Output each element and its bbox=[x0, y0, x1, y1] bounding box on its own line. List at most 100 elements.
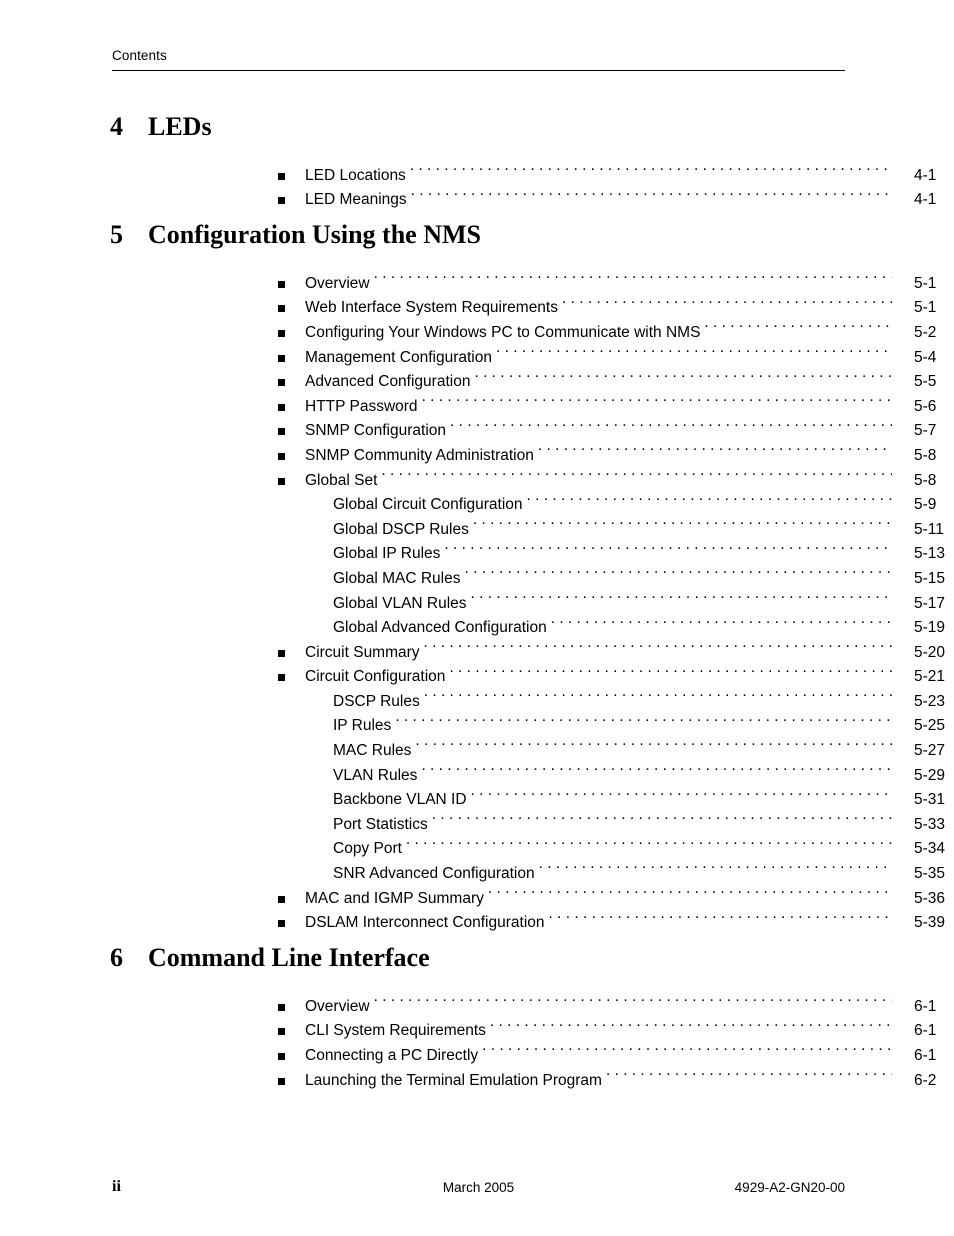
toc-entry-label: Overview bbox=[305, 997, 370, 1015]
chapter-title: Command Line Interface bbox=[148, 943, 430, 973]
entry-indent bbox=[0, 780, 333, 805]
toc-entry[interactable]: Port Statistics5-33 bbox=[0, 804, 954, 833]
toc-entry[interactable]: DSCP Rules5-23 bbox=[0, 681, 954, 710]
dot-leader bbox=[490, 1011, 892, 1036]
toc-entry-page-number: 5-1 bbox=[914, 274, 937, 292]
dot-leader bbox=[449, 657, 892, 682]
toc-entry-label: CLI System Requirements bbox=[305, 1022, 486, 1040]
chapter-heading[interactable]: 6 Command Line Interface bbox=[0, 943, 954, 973]
toc-entry-page-number: 5-29 bbox=[914, 766, 946, 784]
toc-entry-list: Overview 6-1 CLI System Requirements 6-1 Con… bbox=[0, 986, 954, 1089]
toc-entry[interactable]: Global MAC Rules 5-15 bbox=[0, 558, 954, 587]
toc-entry-label: MAC and IGMP Summary bbox=[305, 889, 484, 907]
footer-document-number: 4929-A2-GN20-00 bbox=[734, 1180, 845, 1195]
toc-entry[interactable]: Global Circuit Configuration5-9 bbox=[0, 485, 954, 514]
square-bullet-glyph bbox=[278, 197, 285, 205]
square-bullet-glyph bbox=[278, 1028, 285, 1036]
square-bullet-glyph bbox=[278, 1003, 285, 1011]
toc-entry[interactable]: Circuit Summary 5-20 bbox=[0, 632, 954, 661]
toc-entry-label: Global IP Rules bbox=[333, 545, 441, 563]
toc-entry-page-number: 5-5 bbox=[914, 373, 937, 391]
chapter-number: 5 bbox=[110, 220, 123, 250]
toc-entry-page-number: 5-33 bbox=[914, 815, 946, 833]
toc-entry[interactable]: SNR Advanced Configuration5-35 bbox=[0, 853, 954, 882]
toc-entry[interactable]: VLAN Rules 5-29 bbox=[0, 755, 954, 784]
square-bullet-icon bbox=[0, 272, 305, 297]
entry-indent bbox=[0, 829, 333, 854]
toc-entry-label: Overview bbox=[305, 274, 370, 292]
square-bullet-glyph bbox=[278, 379, 285, 387]
toc-entry[interactable]: Overview 6-1 bbox=[0, 986, 954, 1015]
toc-entry[interactable]: Global DSCP Rules5-11 bbox=[0, 509, 954, 538]
toc-entry-page-number: 5-21 bbox=[914, 668, 946, 686]
dot-leader bbox=[488, 878, 892, 903]
header-divider bbox=[112, 70, 845, 71]
toc-entry-page-number: 5-11 bbox=[914, 520, 944, 538]
dot-leader bbox=[421, 755, 892, 780]
toc-entry[interactable]: Copy Port 5-34 bbox=[0, 829, 954, 858]
toc-entry-page-number: 5-20 bbox=[914, 643, 946, 661]
dot-leader bbox=[471, 780, 892, 805]
square-bullet-icon bbox=[0, 911, 305, 936]
dot-leader bbox=[704, 312, 892, 337]
toc-entry[interactable]: Backbone VLAN ID5-31 bbox=[0, 780, 954, 809]
dot-leader bbox=[482, 1035, 892, 1060]
square-bullet-glyph bbox=[278, 477, 285, 485]
toc-entry-page-number: 5-1 bbox=[914, 299, 937, 317]
toc-entry[interactable]: Global VLAN Rules 5-17 bbox=[0, 583, 954, 612]
dot-leader bbox=[444, 534, 892, 559]
entry-indent bbox=[0, 853, 333, 878]
toc-entry-page-number: 5-23 bbox=[914, 692, 946, 710]
dot-leader bbox=[432, 804, 892, 829]
toc-entry[interactable]: Global Advanced Configuration5-19 bbox=[0, 608, 954, 637]
toc-entry-label: IP Rules bbox=[333, 717, 392, 735]
dot-leader bbox=[551, 608, 892, 633]
dot-leader bbox=[374, 986, 892, 1011]
entry-indent bbox=[0, 583, 333, 608]
toc-entry-page-number: 5-36 bbox=[914, 889, 946, 907]
toc-entry[interactable]: IP Rules 5-25 bbox=[0, 706, 954, 735]
dot-leader bbox=[411, 180, 892, 205]
entry-indent bbox=[0, 681, 333, 706]
toc-entry[interactable]: MAC Rules 5-27 bbox=[0, 730, 954, 759]
toc-entry-page-number: 5-25 bbox=[914, 717, 946, 735]
toc-entry[interactable]: Overview 5-1 bbox=[0, 263, 954, 292]
dot-leader bbox=[549, 903, 892, 928]
dot-leader bbox=[395, 706, 892, 731]
entry-indent bbox=[0, 485, 333, 510]
toc-entry[interactable]: LED Locations 4-1 bbox=[0, 155, 954, 184]
square-bullet-icon bbox=[0, 370, 305, 395]
chapter-heading[interactable]: 5 Configuration Using the NMS bbox=[0, 220, 954, 250]
square-bullet-icon bbox=[0, 1044, 305, 1069]
square-bullet-icon bbox=[0, 1020, 305, 1045]
toc-entry-page-number: 5-8 bbox=[914, 446, 937, 464]
square-bullet-icon bbox=[0, 297, 305, 322]
square-bullet-glyph bbox=[278, 1053, 285, 1060]
toc-entry-list: LED Locations 4-1 LED Meanings 4-1 bbox=[0, 155, 954, 208]
square-bullet-icon bbox=[0, 346, 305, 371]
toc-entry[interactable]: Global IP Rules 5-13 bbox=[0, 534, 954, 563]
dot-leader bbox=[606, 1060, 892, 1085]
dot-leader bbox=[539, 853, 892, 878]
page-footer: ii March 2005 4929-A2-GN20-00 bbox=[112, 1178, 845, 1198]
running-header: Contents bbox=[112, 48, 845, 71]
dot-leader bbox=[562, 288, 892, 313]
entry-indent bbox=[0, 730, 333, 755]
dot-leader bbox=[424, 632, 892, 657]
toc-entry-page-number: 5-2 bbox=[914, 323, 937, 341]
square-bullet-glyph bbox=[278, 172, 285, 180]
toc-entry-label: SNMP Configuration bbox=[305, 422, 447, 440]
square-bullet-glyph bbox=[278, 403, 285, 411]
toc-entry-page-number: 4-1 bbox=[914, 191, 937, 209]
toc-entry-page-number: 6-2 bbox=[914, 1071, 937, 1089]
dot-leader bbox=[374, 263, 892, 288]
chapter-number: 6 bbox=[110, 943, 123, 973]
dot-leader bbox=[474, 362, 892, 387]
dot-leader bbox=[424, 681, 892, 706]
dot-leader bbox=[473, 509, 892, 534]
toc-entry-page-number: 5-31 bbox=[914, 791, 946, 809]
square-bullet-glyph bbox=[278, 895, 285, 903]
square-bullet-glyph bbox=[278, 329, 285, 337]
chapter-heading[interactable]: 4 LEDs bbox=[0, 112, 954, 142]
square-bullet-glyph bbox=[278, 649, 285, 657]
